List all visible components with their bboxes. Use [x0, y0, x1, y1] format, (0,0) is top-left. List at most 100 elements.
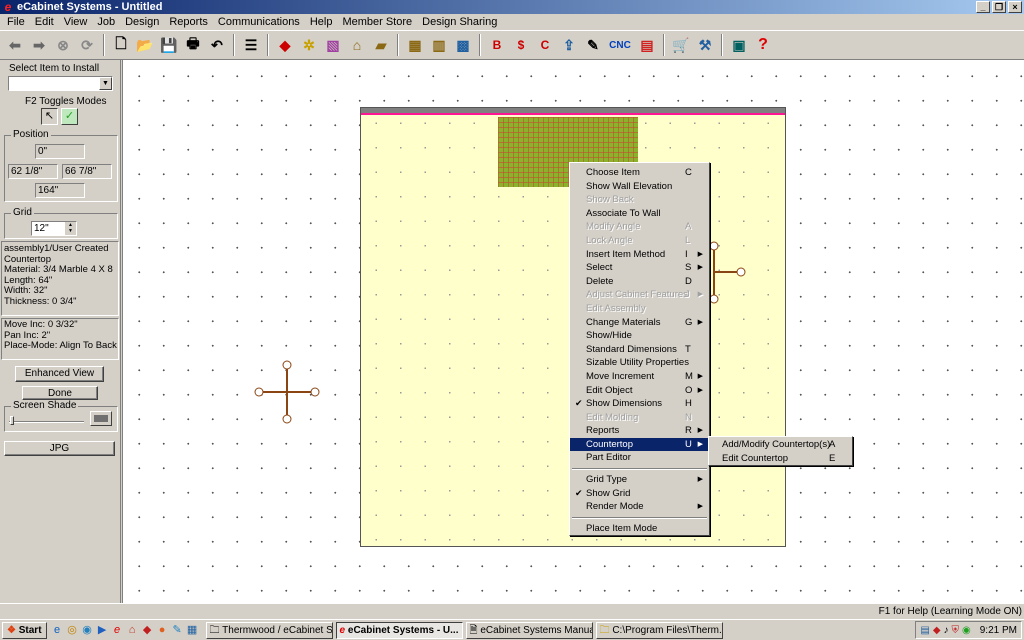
enhanced-view-button[interactable]: Enhanced View — [15, 366, 104, 382]
menu-item-part-editor[interactable]: Part Editor — [570, 451, 709, 465]
menu-item-place-item-mode[interactable]: Place Item Mode — [570, 522, 709, 536]
menu-item-show-hide[interactable]: Show/Hide — [570, 329, 709, 343]
menu-item-move-increment[interactable]: Move Increment M ▶ — [570, 370, 709, 384]
cnc-icon[interactable]: CNC — [606, 34, 634, 56]
rotate-handle-icon[interactable] — [709, 240, 749, 306]
materials-icon[interactable]: ◆ — [274, 34, 296, 56]
menu-design[interactable]: Design — [120, 14, 164, 30]
menu-item-reports[interactable]: Reports R ▶ — [570, 424, 709, 438]
slider-thumb[interactable] — [10, 416, 14, 425]
pricing-icon[interactable]: $ — [510, 34, 532, 56]
room-layout-icon[interactable]: ▩ — [452, 34, 474, 56]
menu-file[interactable]: File — [2, 14, 30, 30]
install-mode-icon[interactable]: ✓ — [61, 108, 78, 125]
menu-item-lock-angle[interactable]: Lock Angle L — [570, 234, 709, 248]
hardware-icon[interactable]: ✲ — [298, 34, 320, 56]
menu-item-show-dimensions[interactable]: ✔ Show Dimensions H — [570, 397, 709, 411]
menu-item-grid-type[interactable]: Grid Type ▶ — [570, 473, 709, 487]
ecabinet-quicklaunch-icon[interactable]: e — [110, 623, 125, 638]
pointer-mode-icon[interactable]: ↖ — [41, 108, 58, 125]
submenu-item-edit-countertop[interactable]: Edit Countertop E — [709, 452, 852, 466]
menu-item-delete[interactable]: Delete D — [570, 275, 709, 289]
task-ecabinet[interactable]: e eCabinet Systems - U... — [335, 621, 463, 639]
network-tray-icon[interactable]: ▤ — [920, 625, 929, 636]
menu-help[interactable]: Help — [305, 14, 338, 30]
spinner-arrows-icon[interactable]: ▲ ▼ — [65, 222, 76, 235]
properties-icon[interactable]: ☰ — [240, 34, 262, 56]
media-quicklaunch-icon[interactable]: ◎ — [65, 623, 80, 638]
menu-item-choose-item[interactable]: Choose Item C — [570, 166, 709, 180]
position-left-field[interactable]: 62 1/8" — [8, 164, 58, 179]
antivirus-tray-icon[interactable]: ◆ — [933, 625, 941, 636]
menu-item-show-wall-elevation[interactable]: Show Wall Elevation — [570, 180, 709, 194]
minimize-button[interactable]: _ — [976, 1, 990, 13]
ecabinet-app-icon[interactable]: e — [2, 1, 14, 13]
restore-button[interactable]: ❐ — [992, 1, 1006, 13]
countertop-icon[interactable]: ▰ — [370, 34, 392, 56]
done-button[interactable]: Done — [22, 386, 98, 400]
menu-design-sharing[interactable]: Design Sharing — [417, 14, 502, 30]
jpg-button[interactable]: JPG — [4, 441, 115, 456]
film-icon[interactable]: ▣ — [728, 34, 750, 56]
shield-quicklaunch-icon[interactable]: ◆ — [140, 623, 155, 638]
task-manual[interactable]: 🗎 eCabinet Systems Manual — [465, 621, 593, 639]
ie-quicklaunch-icon[interactable]: e — [50, 623, 65, 638]
tools-icon[interactable]: ⚒ — [694, 34, 716, 56]
menu-item-edit-molding[interactable]: Edit Molding N — [570, 411, 709, 425]
move-handle-icon[interactable] — [254, 360, 320, 424]
update-tray-icon[interactable]: ◉ — [962, 625, 971, 636]
upload-icon[interactable]: ⇪ — [558, 34, 580, 56]
top-wall[interactable] — [361, 108, 785, 115]
menu-item-countertop[interactable]: Countertop U ▶ — [570, 437, 709, 452]
edit-report-icon[interactable]: ✎ — [582, 34, 604, 56]
help-icon[interactable]: ? — [752, 34, 774, 56]
refresh-icon[interactable]: ⟳ — [76, 34, 98, 56]
menu-item-render-mode[interactable]: Render Mode ▶ — [570, 500, 709, 514]
menu-item-show-grid[interactable]: ✔ Show Grid — [570, 487, 709, 501]
forward-arrow-icon[interactable]: ➡ — [28, 34, 50, 56]
menu-item-show-back[interactable]: Show Back — [570, 193, 709, 207]
position-right-field[interactable]: 66 7/8" — [62, 164, 112, 179]
menu-item-select[interactable]: Select S ▶ — [570, 261, 709, 275]
menu-item-sizable-utility-properties[interactable]: Sizable Utility Properties — [570, 356, 709, 370]
stop-icon[interactable]: ⊗ — [52, 34, 74, 56]
chevron-down-icon[interactable]: ▼ — [99, 77, 112, 90]
undo-icon[interactable]: ↶ — [206, 34, 228, 56]
shopping-cart-icon[interactable]: 🛒 — [670, 34, 692, 56]
menu-item-modify-angle[interactable]: Modify Angle A — [570, 220, 709, 234]
home-quicklaunch-icon[interactable]: ⌂ — [125, 623, 140, 638]
security-tray-icon[interactable]: ⛨ — [952, 625, 960, 636]
save-icon[interactable]: 💾 — [158, 34, 180, 56]
assembly-icon[interactable]: ▥ — [428, 34, 450, 56]
position-bottom-field[interactable]: 164" — [35, 183, 85, 198]
submenu-item-add-modify-countertop[interactable]: Add/Modify Countertop(s) A — [709, 438, 852, 452]
texture-icon[interactable]: ▧ — [322, 34, 344, 56]
cutlist-icon[interactable]: C — [534, 34, 556, 56]
volume-tray-icon[interactable]: ♪ — [944, 625, 949, 636]
task-program-files[interactable]: 🗀 C:\Program Files\Therm... — [595, 621, 723, 639]
menu-item-edit-assembly[interactable]: Edit Assembly — [570, 302, 709, 316]
bill-of-materials-icon[interactable]: B — [486, 34, 508, 56]
menu-item-standard-dimensions[interactable]: Standard Dimensions T — [570, 343, 709, 357]
select-item-dropdown[interactable]: ▼ — [8, 76, 113, 91]
layout-icon[interactable]: ▤ — [636, 34, 658, 56]
molding-icon[interactable]: ⌂ — [346, 34, 368, 56]
menu-item-edit-object[interactable]: Edit Object O ▶ — [570, 384, 709, 398]
menu-job[interactable]: Job — [92, 14, 120, 30]
menu-communications[interactable]: Communications — [213, 14, 305, 30]
shade-preview-button[interactable] — [90, 411, 112, 426]
folder-quicklaunch-icon[interactable]: ✎ — [170, 623, 185, 638]
open-folder-icon[interactable]: 📂 — [134, 34, 156, 56]
desktop-quicklaunch-icon[interactable]: ▦ — [185, 623, 200, 638]
messenger-quicklaunch-icon[interactable]: ◉ — [80, 623, 95, 638]
menu-item-insert-item-method[interactable]: Insert Item Method I ▶ — [570, 248, 709, 262]
menu-reports[interactable]: Reports — [164, 14, 213, 30]
new-file-icon[interactable]: 🗋 — [110, 34, 132, 56]
player-quicklaunch-icon[interactable]: ▶ — [95, 623, 110, 638]
menu-view[interactable]: View — [59, 14, 93, 30]
task-thermwood[interactable]: 🗀 Thermwood / eCabinet S... — [205, 621, 333, 639]
print-icon[interactable]: 🖶 — [182, 34, 204, 56]
position-top-field[interactable]: 0" — [35, 144, 85, 159]
menu-item-change-materials[interactable]: Change Materials G ▶ — [570, 316, 709, 330]
close-button[interactable]: × — [1008, 1, 1022, 13]
